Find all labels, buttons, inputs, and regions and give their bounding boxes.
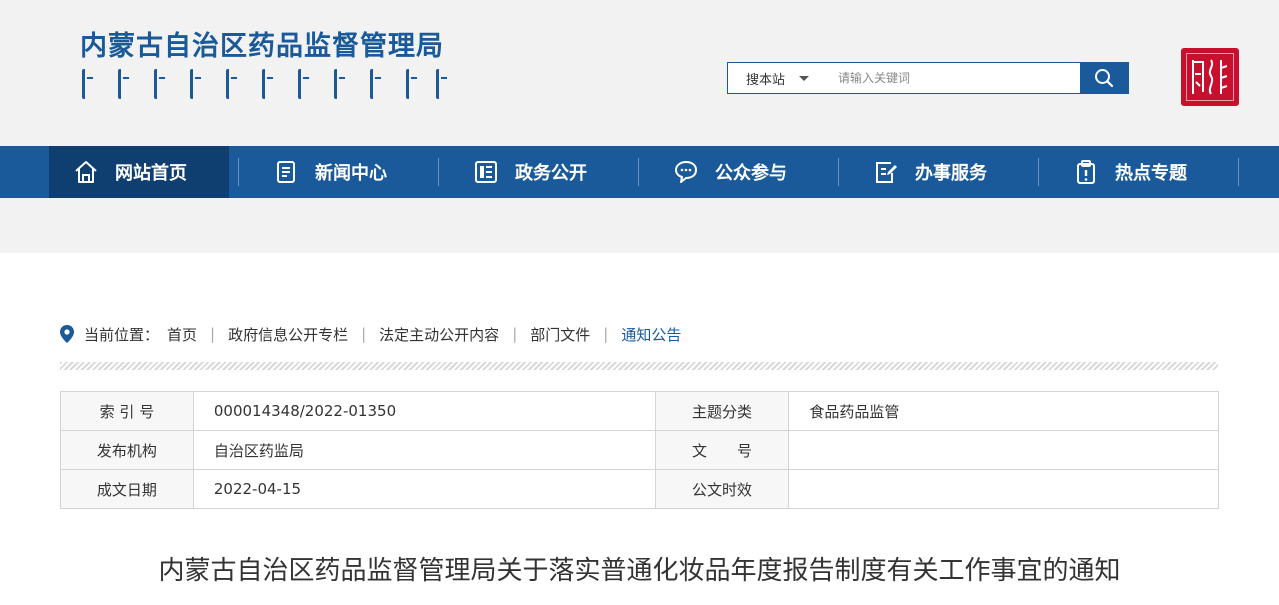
home-icon: [73, 159, 99, 185]
search-scope-label: 搜本站: [746, 72, 786, 88]
breadcrumb-separator: |: [603, 325, 609, 343]
table-row: 索 引 号 000014348/2022-01350 主题分类 食品药品监管: [60, 391, 1219, 431]
publisher-value: 自治区药监局: [192, 430, 656, 470]
document-title: 内蒙古自治区药品监督管理局关于落实普通化妆品年度报告制度有关工作事宜的通知: [158, 556, 1121, 586]
index-label: 索 引 号: [60, 391, 194, 431]
docno-value: [788, 430, 1219, 470]
breadcrumb-separator: |: [512, 325, 518, 343]
breadcrumb-home[interactable]: 首页: [167, 324, 197, 345]
nav-item-public-participation[interactable]: 公众参与: [649, 146, 829, 198]
breadcrumb-prefix: 当前位置：: [84, 325, 160, 344]
search-button[interactable]: [1080, 63, 1128, 93]
nav-label: 政务公开: [515, 163, 587, 184]
nav-item-news[interactable]: 新闻中心: [249, 146, 429, 198]
site-title: 内蒙古自治区药品监督管理局: [80, 31, 444, 62]
header-band: [0, 198, 1279, 253]
breadcrumb-separator: |: [210, 325, 216, 343]
hatched-divider: [60, 362, 1218, 370]
chevron-down-icon: [799, 75, 810, 81]
breadcrumb-separator: |: [361, 325, 367, 343]
nav-item-services[interactable]: 办事服务: [849, 146, 1029, 198]
nav-label: 公众参与: [715, 163, 787, 184]
search-bar: 搜本站: [727, 62, 1129, 94]
nav-item-hot-topics[interactable]: 热点专题: [1049, 146, 1229, 198]
index-value: 000014348/2022-01350: [192, 391, 656, 431]
date-value: 2022-04-15: [192, 469, 656, 509]
nav-item-home[interactable]: 网站首页: [49, 146, 229, 198]
site-logo[interactable]: 内蒙古自治区药品监督管理局: [80, 24, 447, 103]
nav-label: 办事服务: [915, 163, 987, 184]
document-metadata-table: 索 引 号 000014348/2022-01350 主题分类 食品药品监管 发…: [60, 391, 1219, 509]
official-seal-logo: [1181, 48, 1239, 106]
list-icon: [473, 159, 499, 185]
table-row: 成文日期 2022-04-15 公文时效: [60, 469, 1219, 509]
search-icon: [1095, 69, 1114, 88]
breadcrumb-statutory[interactable]: 法定主动公开内容: [379, 324, 499, 345]
nav-label: 新闻中心: [315, 163, 387, 184]
mongolian-script-logo: [80, 69, 447, 103]
publisher-label: 发布机构: [60, 430, 194, 470]
search-input[interactable]: [828, 63, 1080, 93]
topic-value: 食品药品监管: [788, 391, 1219, 431]
edit-icon: [873, 159, 899, 185]
topic-label: 主题分类: [654, 391, 790, 431]
nav-label: 网站首页: [115, 163, 187, 184]
site-header: 内蒙古自治区药品监督管理局 搜本站: [0, 0, 1279, 146]
document-icon: [273, 159, 299, 185]
breadcrumb-gov-info[interactable]: 政府信息公开专栏: [228, 324, 348, 345]
main-nav: 网站首页 新闻中心 政务公开 公众参与 办事服务 热点专题: [0, 146, 1279, 198]
breadcrumb-dept-docs[interactable]: 部门文件: [530, 324, 590, 345]
search-scope-dropdown[interactable]: 搜本站: [728, 63, 828, 93]
validity-value: [788, 469, 1219, 509]
location-pin-icon: [60, 325, 74, 343]
nav-label: 热点专题: [1115, 163, 1187, 184]
table-row: 发布机构 自治区药监局 文 号: [60, 430, 1219, 470]
clipboard-icon: [1073, 159, 1099, 185]
breadcrumb: 当前位置： 首页 | 政府信息公开专栏 | 法定主动公开内容 | 部门文件 | …: [60, 322, 681, 346]
docno-label: 文 号: [654, 430, 790, 470]
validity-label: 公文时效: [654, 469, 790, 509]
chat-icon: [673, 159, 699, 185]
date-label: 成文日期: [60, 469, 194, 509]
breadcrumb-notices[interactable]: 通知公告: [621, 324, 681, 345]
nav-item-government-affairs[interactable]: 政务公开: [449, 146, 629, 198]
